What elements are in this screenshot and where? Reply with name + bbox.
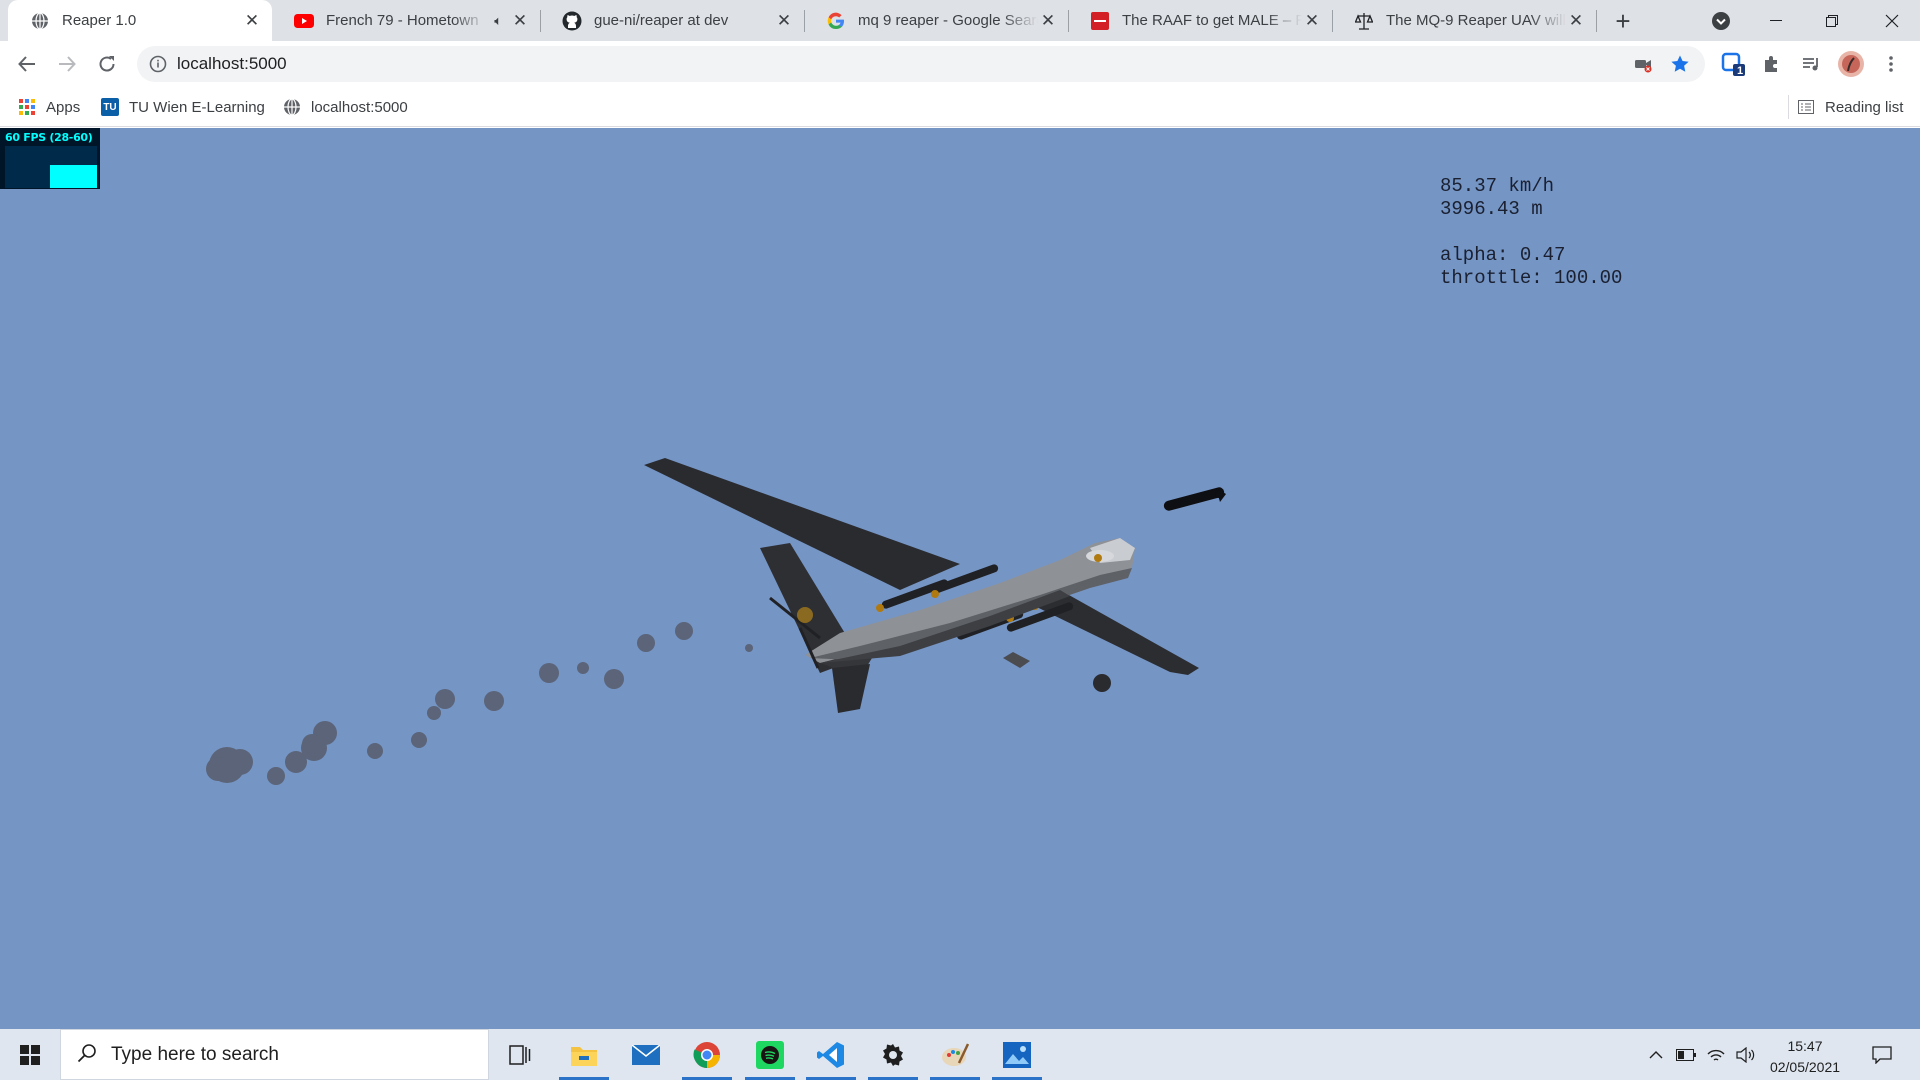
restore-icon[interactable] (1804, 0, 1860, 41)
file-explorer-icon[interactable] (555, 1029, 613, 1080)
reaper-drone (644, 458, 1199, 713)
browser-toolbar: localhost:5000 1 (0, 41, 1920, 87)
close-tab-icon[interactable]: ✕ (1566, 11, 1586, 31)
bookmark-label: TU Wien E-Learning (129, 98, 265, 116)
tab-github[interactable]: gue-ni/reaper at dev ✕ (540, 0, 804, 41)
globe-icon (283, 98, 301, 116)
close-tab-icon[interactable]: ✕ (1302, 11, 1322, 31)
alpha-readout: alpha: 0.47 (1440, 244, 1566, 266)
info-icon[interactable] (149, 55, 167, 77)
more-menu-icon[interactable] (1875, 48, 1907, 80)
chrome-icon[interactable] (678, 1029, 736, 1080)
tab-raaf[interactable]: The RAAF to get MALE – Re ✕ (1068, 0, 1332, 41)
windows-taskbar: Type here to search 15:47 02/05/2021 (0, 1029, 1920, 1080)
photos-icon[interactable] (988, 1029, 1046, 1080)
flight-scene (206, 458, 1226, 785)
battery-icon[interactable] (1672, 1029, 1700, 1080)
clock-date: 02/05/2021 (1769, 1059, 1841, 1075)
bookmark-apps[interactable]: Apps (18, 87, 80, 127)
bookmark-localhost[interactable]: localhost:5000 (283, 87, 408, 127)
tab-title: The MQ-9 Reaper UAV will (1386, 12, 1566, 29)
camera-blocked-icon[interactable] (1631, 52, 1655, 76)
wifi-icon[interactable] (1702, 1029, 1730, 1080)
reading-list[interactable]: Reading list (1788, 95, 1903, 119)
close-tab-icon[interactable]: ✕ (1038, 11, 1058, 31)
tab-title: gue-ni/reaper at dev (594, 12, 729, 29)
tab-reaper[interactable]: Reaper 1.0 ✕ (8, 0, 272, 41)
paint-icon[interactable] (926, 1029, 984, 1080)
speed-readout: 85.37 km/h (1440, 175, 1555, 197)
close-tab-icon[interactable]: ✕ (242, 11, 262, 31)
avatar[interactable] (1835, 48, 1867, 80)
smoke-trail (206, 622, 753, 785)
minimize-icon[interactable] (1748, 0, 1804, 41)
chevron-up-icon[interactable] (1642, 1029, 1670, 1080)
bookmarks-bar: Apps TU TU Wien E-Learning localhost:500… (0, 87, 1920, 127)
youtube-icon (294, 11, 314, 31)
tab-youtube[interactable]: French 79 - Hometown 🔈︎ ✕ (272, 0, 540, 41)
media-control-icon[interactable] (1795, 48, 1827, 80)
fps-graph (5, 146, 97, 188)
address-bar[interactable]: localhost:5000 (137, 46, 1705, 82)
reading-list-label: Reading list (1825, 98, 1904, 116)
missile (1163, 487, 1226, 511)
notification-icon[interactable] (1862, 1029, 1902, 1080)
news-site-icon (1090, 11, 1110, 31)
reading-list-icon (1797, 98, 1815, 116)
tab-search-icon[interactable] (1706, 6, 1736, 36)
tu-logo-icon: TU (101, 98, 119, 116)
tab-strip: Reaper 1.0 ✕ French 79 - Hometown 🔈︎ ✕ g… (0, 0, 1920, 41)
close-tab-icon[interactable]: ✕ (510, 11, 530, 31)
address-text: localhost:5000 (177, 54, 287, 73)
apps-grid-icon (18, 98, 36, 116)
google-icon (826, 11, 846, 31)
back-icon[interactable] (11, 48, 43, 80)
reload-icon[interactable] (91, 48, 123, 80)
tab-mq9[interactable]: The MQ-9 Reaper UAV will ✕ (1332, 0, 1596, 41)
close-window-icon[interactable] (1864, 0, 1920, 41)
spotify-icon[interactable] (741, 1029, 799, 1080)
tab-title: mq 9 reaper - Google Search (858, 12, 1038, 29)
system-clock[interactable]: 15:47 02/05/2021 (1762, 1036, 1848, 1078)
volume-icon[interactable] (1732, 1029, 1760, 1080)
windows-start-icon[interactable] (0, 1029, 60, 1080)
close-tab-icon[interactable]: ✕ (774, 11, 794, 31)
taskbar-search-input[interactable]: Type here to search (60, 1029, 489, 1080)
globe-icon (30, 11, 50, 31)
task-view-icon[interactable] (491, 1029, 549, 1080)
fps-meter: 60 FPS (28-60) (0, 128, 100, 189)
settings-icon[interactable] (864, 1029, 922, 1080)
bookmark-label: Apps (46, 98, 81, 116)
tab-title: French 79 - Hometown (326, 12, 479, 29)
fps-graph-fill (50, 164, 97, 188)
flight-hud: 85.37 km/h 3996.43 m alpha: 0.47 throttl… (1440, 175, 1622, 290)
speaker-icon[interactable]: 🔈︎ (494, 13, 502, 29)
bookmark-star-icon[interactable] (1668, 52, 1692, 76)
game-canvas[interactable]: 60 FPS (28-60) 85.37 km/h 3996.43 m alph… (0, 128, 1920, 1029)
tab-title: Reaper 1.0 (62, 12, 137, 29)
forward-icon[interactable] (51, 48, 83, 80)
vscode-icon[interactable] (802, 1029, 860, 1080)
extension-icon[interactable]: 1 (1717, 48, 1749, 80)
puzzle-extensions-icon[interactable] (1756, 48, 1788, 80)
clock-time: 15:47 (1787, 1038, 1823, 1054)
altitude-readout: 3996.43 m (1440, 198, 1543, 220)
search-icon (77, 1043, 97, 1067)
new-tab-icon[interactable]: + (1608, 6, 1638, 36)
mail-icon[interactable] (617, 1029, 675, 1080)
bookmark-tu-wien[interactable]: TU TU Wien E-Learning (101, 87, 265, 127)
tab-google[interactable]: mq 9 reaper - Google Search ✕ (804, 0, 1068, 41)
fps-label: 60 FPS (28-60) (5, 131, 93, 144)
tab-separator (1596, 10, 1597, 32)
search-placeholder: Type here to search (111, 1043, 279, 1065)
extension-badge: 1 (1737, 65, 1744, 77)
tab-title: The RAAF to get MALE – Re (1122, 12, 1302, 29)
github-icon (562, 11, 582, 31)
throttle-readout: throttle: 100.00 (1440, 267, 1623, 289)
scale-icon (1354, 11, 1374, 31)
bookmark-label: localhost:5000 (311, 98, 408, 116)
